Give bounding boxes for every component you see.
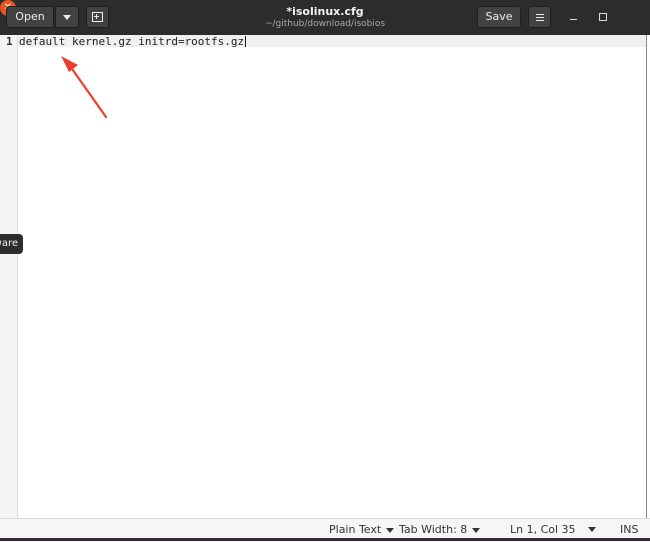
tab-width-selector[interactable]: Tab Width: 8 <box>399 523 481 537</box>
cursor-position[interactable]: Ln 1, Col 35 <box>510 523 576 537</box>
red-arrow-annotation <box>61 56 108 119</box>
language-selector[interactable]: Plain Text <box>329 523 395 537</box>
insert-mode-indicator[interactable]: INS <box>620 523 638 537</box>
chevron-down-icon[interactable] <box>588 527 596 532</box>
chevron-down-icon <box>386 527 395 533</box>
chevron-down-icon <box>472 527 481 533</box>
